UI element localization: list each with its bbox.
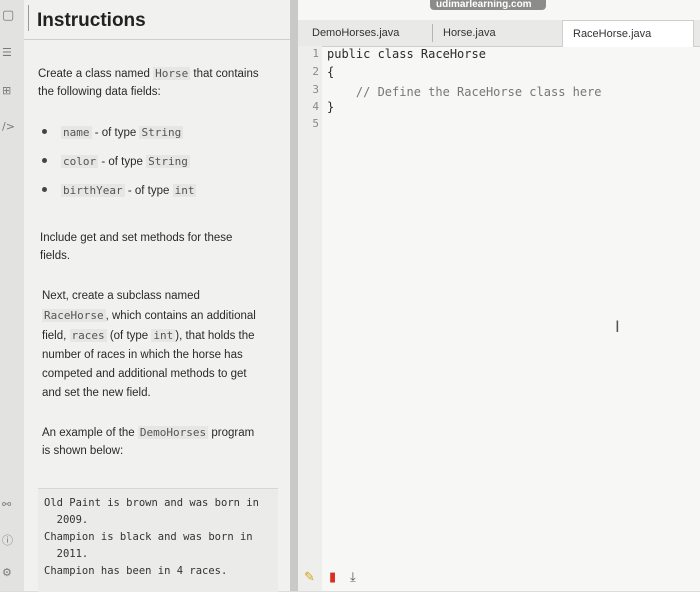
code-line[interactable]: {: [327, 65, 334, 79]
download-icon[interactable]: ⤓: [350, 570, 356, 585]
trash-icon[interactable]: ▮: [329, 570, 336, 585]
line-number: 4: [312, 100, 319, 113]
intro-paragraph: Create a class named Horse that contains…: [38, 67, 259, 98]
inline-code: RaceHorse: [42, 309, 106, 322]
share-icon[interactable]: ⚯: [2, 498, 11, 511]
code-line[interactable]: }: [327, 100, 334, 114]
square-icon[interactable]: ▢: [2, 8, 14, 23]
tab-horse[interactable]: Horse.java: [443, 20, 496, 46]
output-line: 2009.: [44, 514, 89, 526]
inline-code: DemoHorses: [137, 426, 209, 439]
line-number: 5: [312, 117, 319, 130]
menu-icon[interactable]: ☰: [2, 46, 12, 59]
pencil-icon[interactable]: ✎: [304, 570, 315, 585]
watermark: udimarlearning.com: [430, 0, 546, 10]
list-item: name - of type String: [38, 126, 196, 155]
example-output: Old Paint is brown and was born in 2009.…: [38, 488, 278, 592]
line-number: 2: [312, 65, 319, 78]
line-number: 1: [312, 47, 319, 60]
getset-paragraph: Include get and set methods for these fi…: [40, 232, 233, 262]
divider: [24, 39, 290, 40]
divider: [28, 5, 29, 31]
divider: [432, 24, 433, 42]
help-icon[interactable]: ⓘ: [2, 532, 13, 548]
list-item: color - of type String: [38, 155, 196, 184]
line-number: 3: [312, 83, 319, 96]
left-rail: ▢ ☰ ⊞ /> ⚯ ⓘ ⚙: [0, 0, 24, 591]
example-paragraph: An example of the DemoHorses program is …: [42, 426, 255, 457]
subclass-paragraph: Next, create a subclass named RaceHorse,…: [42, 290, 256, 399]
output-line: 2011.: [44, 548, 89, 560]
inline-code: Horse: [153, 67, 191, 80]
settings-icon[interactable]: ⚙: [2, 566, 12, 579]
output-line: Champion is black and was born in: [44, 531, 253, 543]
code-icon[interactable]: />: [2, 120, 15, 133]
output-line: Champion has been in 4 races.: [44, 565, 228, 577]
output-line: Old Paint is brown and was born in: [44, 497, 259, 509]
tab-racehorse[interactable]: RaceHorse.java: [562, 20, 694, 47]
text-cursor-icon: I: [615, 317, 620, 336]
list-item: birthYear - of type int: [38, 184, 197, 213]
fields-list: name - of type String color - of type St…: [38, 126, 197, 213]
code-line[interactable]: public class RaceHorse: [327, 47, 486, 61]
pane-splitter[interactable]: [290, 0, 298, 591]
instructions-title: Instructions: [37, 10, 146, 31]
tab-demohorses[interactable]: DemoHorses.java: [312, 20, 399, 46]
code-line[interactable]: // Define the RaceHorse class here: [327, 85, 602, 99]
chart-icon[interactable]: ⊞: [2, 84, 11, 97]
